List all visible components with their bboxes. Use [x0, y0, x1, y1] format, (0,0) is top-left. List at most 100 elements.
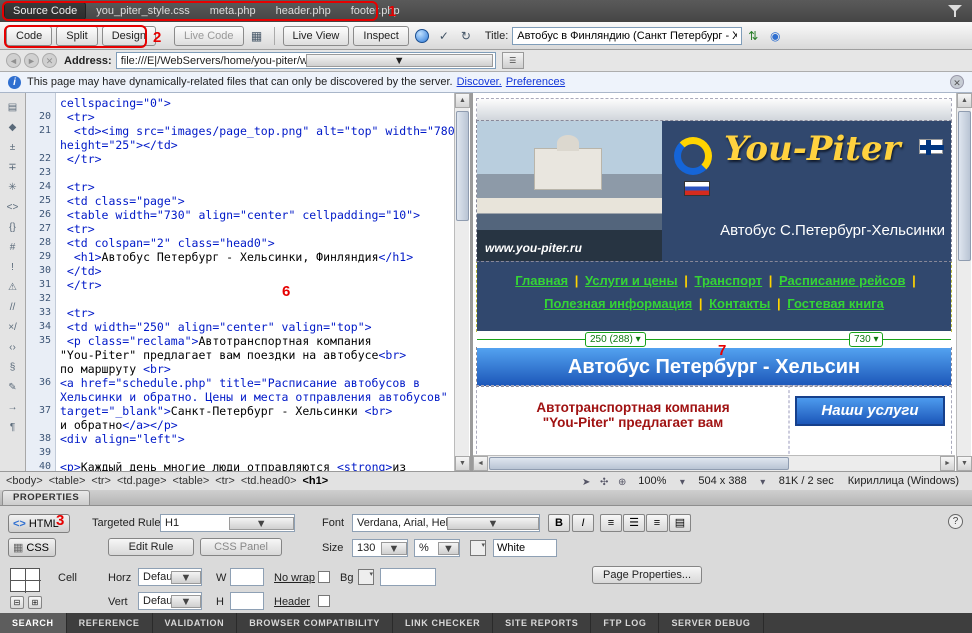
address-input[interactable]: file:///E|/WebServers/home/you-piter/www… [116, 52, 496, 69]
design-view[interactable]: www.you-piter.ru You-Piter Автобус С.Пет… [473, 93, 955, 455]
zoom-tool-icon[interactable]: ⊕ [613, 474, 631, 489]
indent-code-icon[interactable]: → [3, 399, 23, 417]
tag-selector-item[interactable]: <body> [6, 475, 43, 487]
tag-selector-item[interactable]: <table> [49, 475, 86, 487]
nav-link[interactable]: Транспорт [695, 273, 763, 288]
select-tool-icon[interactable]: ➤ [577, 474, 595, 489]
tag-selector-item[interactable]: <tr> [91, 475, 111, 487]
scroll-up-icon[interactable]: ▲ [455, 93, 470, 108]
tab-source-code[interactable]: Source Code [4, 2, 86, 20]
cell-width-input[interactable] [230, 568, 264, 586]
scroll-down-icon[interactable]: ▼ [455, 456, 470, 471]
zoom-dropdown-icon[interactable]: ▾ [673, 474, 691, 489]
highlight-invalid-code-icon[interactable]: ! [3, 259, 23, 277]
help-icon[interactable]: ? [948, 514, 963, 529]
tag-selector-item[interactable]: <h1> [303, 475, 329, 487]
related-file-tab[interactable]: meta.php [200, 3, 266, 19]
related-file-tab[interactable]: header.php [266, 3, 341, 19]
open-documents-icon[interactable]: ▤ [3, 99, 23, 117]
collapse-selection-icon[interactable]: ∓ [3, 159, 23, 177]
results-tab-server-debug[interactable]: SERVER DEBUG [659, 613, 763, 633]
scroll-down-icon[interactable]: ▼ [957, 456, 972, 471]
results-tab-link-checker[interactable]: LINK CHECKER [393, 613, 493, 633]
split-view-button[interactable]: Split [56, 26, 97, 46]
split-cell-icon[interactable]: ⊞ [28, 596, 42, 609]
nav-link[interactable]: Гостевая книга [787, 296, 884, 311]
tag-selector-item[interactable]: <table> [173, 475, 210, 487]
tag-selector-item[interactable]: <tr> [215, 475, 235, 487]
related-file-tab[interactable]: footer.php [341, 3, 410, 19]
horz-select[interactable]: Default ▼ [138, 568, 202, 586]
browse-options-icon[interactable]: ☰ [502, 52, 524, 69]
design-view-button[interactable]: Design [102, 26, 156, 46]
refresh-design-view-icon[interactable]: ↻ [457, 28, 475, 44]
results-tab-validation[interactable]: VALIDATION [153, 613, 238, 633]
hand-tool-icon[interactable]: ✣ [595, 474, 613, 489]
header-checkbox[interactable] [318, 595, 330, 607]
nav-link[interactable]: Полезная информация [544, 296, 692, 311]
size-dropdown-icon[interactable]: ▾ [754, 474, 772, 489]
recent-snippets-icon[interactable]: § [3, 359, 23, 377]
css-mode-button[interactable]: ▦ CSS [8, 538, 56, 557]
preview-in-browser-icon[interactable] [415, 29, 429, 43]
nav-link[interactable]: Контакты [709, 296, 770, 311]
size-select[interactable]: 130 ▼ [352, 539, 408, 557]
design-vertical-scrollbar[interactable]: ▲ ▼ [956, 93, 971, 471]
nav-link[interactable]: Услуги и цены [585, 273, 678, 288]
infobar-close-icon[interactable]: ✕ [950, 75, 964, 89]
check-browser-compatibility-icon[interactable]: ✓ [435, 28, 453, 44]
collapse-full-tag-icon[interactable]: ± [3, 139, 23, 157]
column-width-left[interactable]: 250 (288) ▾ [585, 332, 646, 347]
document-title-input[interactable] [512, 27, 742, 45]
nav-link[interactable]: Главная [515, 273, 568, 288]
related-file-tab[interactable]: you_piter_style.css [86, 3, 200, 19]
html-mode-button[interactable]: <> HTML [8, 514, 70, 533]
file-status-icon[interactable]: ◉ [766, 28, 784, 44]
code-view-button[interactable]: Code [6, 26, 52, 46]
live-view-button[interactable]: Live View [283, 26, 350, 46]
code-navigator-icon[interactable]: ◆ [3, 119, 23, 137]
compare-files-icon[interactable]: ▦ [248, 28, 266, 44]
stop-icon[interactable]: ✕ [42, 53, 57, 68]
targeted-rule-select[interactable]: H1 ▼ [160, 514, 295, 532]
italic-button[interactable]: I [572, 514, 594, 532]
align-center-icon[interactable]: ☰ [623, 514, 645, 532]
syntax-error-alerts-icon[interactable]: ⚠ [3, 279, 23, 297]
merge-cells-icon[interactable]: ⊟ [10, 596, 24, 609]
select-parent-tag-icon[interactable]: <> [3, 199, 23, 217]
results-tab-site-reports[interactable]: SITE REPORTS [493, 613, 591, 633]
align-justify-icon[interactable]: ▤ [669, 514, 691, 532]
forward-icon[interactable]: ► [24, 53, 39, 68]
scroll-right-icon[interactable]: ► [940, 456, 955, 471]
no-wrap-checkbox[interactable] [318, 571, 330, 583]
align-right-icon[interactable]: ≡ [646, 514, 668, 532]
results-tab-browser-compatibility[interactable]: BROWSER COMPATIBILITY [237, 613, 393, 633]
bg-color-input[interactable] [380, 568, 436, 586]
preferences-link[interactable]: Preferences [506, 76, 565, 88]
text-color-input[interactable] [493, 539, 557, 557]
align-left-icon[interactable]: ≡ [600, 514, 622, 532]
tag-selector-item[interactable]: <td.head0> [241, 475, 297, 487]
design-horizontal-scrollbar[interactable]: ◄ ► [473, 455, 955, 471]
text-color-swatch[interactable] [470, 540, 486, 556]
move-css-icon[interactable]: ✎ [3, 379, 23, 397]
nav-link[interactable]: Расписание рейсов [779, 273, 905, 288]
format-source-icon[interactable]: ¶ [3, 419, 23, 437]
cell-height-input[interactable] [230, 592, 264, 610]
vert-select[interactable]: Default ▼ [138, 592, 202, 610]
results-tab-ftp-log[interactable]: FTP LOG [591, 613, 659, 633]
edit-rule-button[interactable]: Edit Rule [108, 538, 194, 556]
balance-braces-icon[interactable]: {} [3, 219, 23, 237]
bold-button[interactable]: B [548, 514, 570, 532]
font-select[interactable]: Verdana, Arial, Helvetica, sans-serif ▼ [352, 514, 540, 532]
tag-selector-item[interactable]: <td.page> [117, 475, 167, 487]
address-dropdown-icon[interactable]: ▼ [306, 54, 493, 67]
inspect-button[interactable]: Inspect [353, 26, 408, 46]
page-properties-button[interactable]: Page Properties... [592, 566, 702, 584]
scroll-left-icon[interactable]: ◄ [473, 456, 488, 471]
filter-icon[interactable] [948, 5, 962, 17]
column-width-right[interactable]: 730 ▾ [849, 332, 883, 347]
css-panel-button[interactable]: CSS Panel [200, 538, 282, 556]
expand-all-icon[interactable]: ✳ [3, 179, 23, 197]
remove-comment-icon[interactable]: ×/ [3, 319, 23, 337]
